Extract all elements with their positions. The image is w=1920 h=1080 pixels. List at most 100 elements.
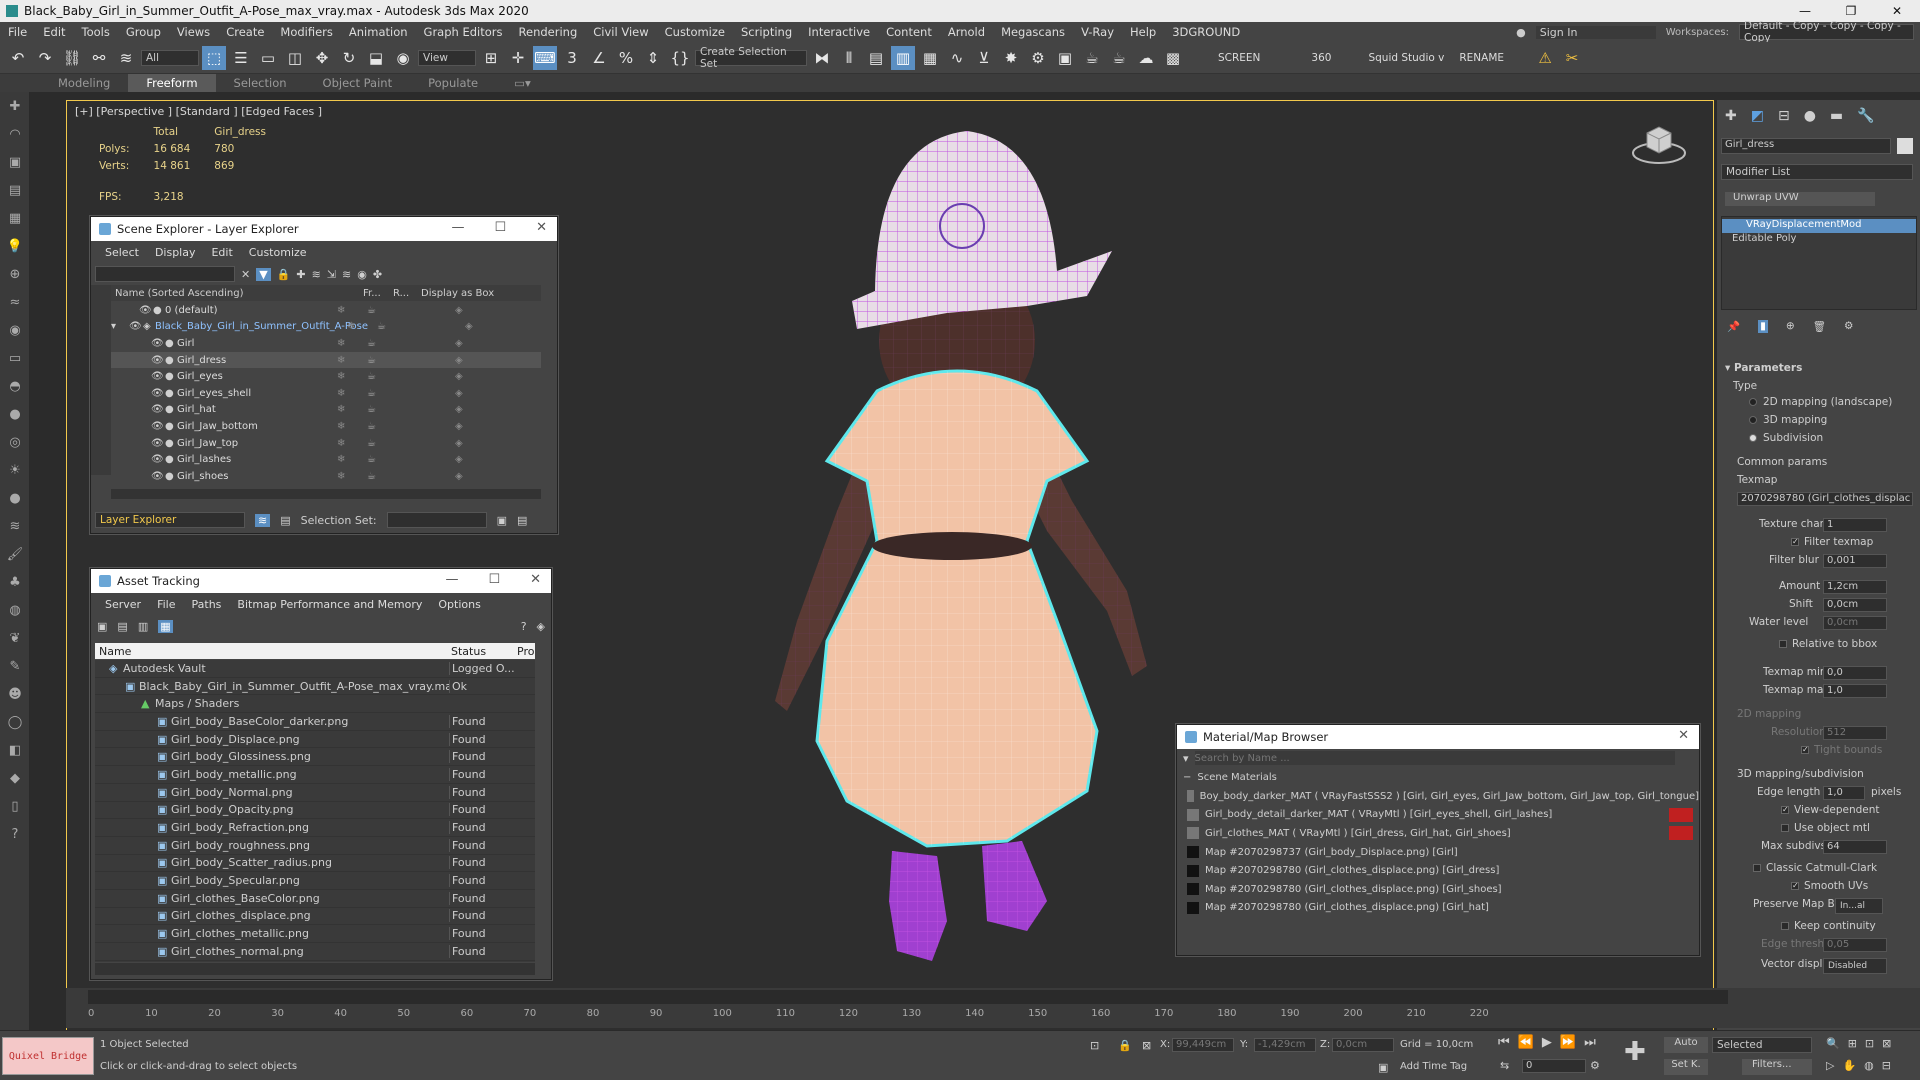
display-box-icon[interactable]: ◈ [465, 321, 473, 332]
configure-icon[interactable]: ⚙ [1844, 320, 1853, 333]
place-icon[interactable]: ◉ [391, 46, 415, 70]
go-to-start-icon[interactable]: ⏮ [1498, 1035, 1510, 1050]
absolute-mode-icon[interactable]: ⊠ [1142, 1039, 1151, 1052]
visibility-eye-icon[interactable]: 👁 [151, 471, 165, 482]
z-coordinate-field[interactable]: 0,0cm [1332, 1038, 1394, 1052]
scene-explorer-icon[interactable]: ▥ [891, 45, 915, 70]
key-mode-icon[interactable]: ⇆ [1500, 1059, 1509, 1072]
lock-icon[interactable]: 🔒 [277, 268, 291, 281]
selection-set-dropdown[interactable] [386, 512, 487, 528]
select-by-name-icon[interactable]: ☰ [229, 46, 253, 70]
workspaces-dropdown[interactable]: Default - Copy - Copy - Copy - Copy [1739, 20, 1914, 44]
render-teapot-icon[interactable]: ☕ [367, 388, 395, 399]
menu-3dground[interactable]: 3DGROUND [1164, 25, 1248, 39]
chevron-down-icon[interactable]: ▾ [1183, 752, 1189, 765]
menu-views[interactable]: Views [169, 25, 218, 39]
menu-server[interactable]: Server [97, 598, 149, 611]
display-tab-icon[interactable]: ▬ [1830, 108, 1843, 124]
bind-spacewarp-icon[interactable]: ≋ [114, 46, 138, 70]
shift-spinner[interactable]: 0,0cm [1823, 598, 1887, 612]
vault-icon[interactable]: ◈ [537, 620, 545, 633]
menu-rendering[interactable]: Rendering [511, 25, 586, 39]
freeze-icon[interactable]: ❄ [337, 438, 367, 449]
display-box-icon[interactable]: ◈ [455, 338, 463, 349]
ribbon-options-icon[interactable]: ▭▾ [496, 74, 549, 92]
make-unique-icon[interactable]: ⊕ [1786, 320, 1795, 333]
display-box-icon[interactable]: ◈ [455, 404, 463, 415]
layer-icon[interactable]: ≋ [255, 513, 271, 527]
schematic-view-icon[interactable]: ⊻ [972, 46, 996, 70]
globe-icon[interactable]: ◍ [0, 596, 30, 624]
render-teapot-icon[interactable]: ☕ [367, 338, 395, 349]
scene-row[interactable]: 👁 ● 0 (default) ❄ ☕ ◈ [111, 302, 541, 319]
file-icon[interactable]: ▯ [0, 792, 30, 820]
freeze-icon[interactable]: ❄ [337, 404, 367, 415]
edge-thresh-spinner[interactable]: 0,05 [1823, 938, 1887, 952]
torus-icon[interactable]: ◎ [0, 428, 30, 456]
menu-select[interactable]: Select [97, 246, 147, 259]
rename-button[interactable]: RENAME [1453, 52, 1510, 64]
create-selection-set-dropdown[interactable]: Create Selection Set [695, 46, 807, 70]
select-scale-icon[interactable]: ⬓ [364, 46, 388, 70]
render-teapot-icon[interactable]: ☕ [367, 355, 395, 366]
display-box-icon[interactable]: ◈ [455, 305, 463, 316]
link-icon[interactable]: ⛓ [60, 46, 84, 70]
tab-selection[interactable]: Selection [216, 74, 305, 92]
delete-icon[interactable]: 🗑 [1813, 320, 1826, 333]
texmap-min-spinner[interactable]: 0,0 [1823, 666, 1887, 680]
hair-icon[interactable]: ≋ [0, 512, 30, 540]
help-icon[interactable]: ? [521, 620, 527, 633]
keyboard-shortcut-icon[interactable]: ⌨ [533, 45, 557, 70]
tree-icon[interactable]: ♣ [0, 568, 30, 596]
warning-icon[interactable]: ⚠ [1533, 46, 1557, 70]
menu-animation[interactable]: Animation [341, 25, 416, 39]
helper-icon[interactable]: ⊕ [0, 260, 30, 288]
menu-file[interactable]: File [149, 598, 183, 611]
scene-row[interactable]: 👁 ● Girl_lashes ❄ ☕ ◈ [111, 451, 541, 468]
create-tab-icon[interactable]: ✚ [1725, 108, 1737, 124]
display-box-icon[interactable]: ◈ [455, 388, 463, 399]
render-teapot-icon[interactable]: ☕ [367, 421, 395, 432]
asset-row[interactable]: ▣ Girl_body_metallic.png Found [95, 766, 535, 784]
pivot-icon[interactable]: ⊞ [479, 46, 503, 70]
minimize-icon[interactable]: — [445, 572, 458, 587]
render-setup-icon[interactable]: ⚙ [1026, 46, 1050, 70]
current-frame-field[interactable]: 0 [1522, 1059, 1586, 1073]
vray-icon[interactable]: ◆ [0, 764, 30, 792]
menu-edit[interactable]: Edit [203, 246, 240, 259]
selection-filter-dropdown[interactable]: All [141, 49, 199, 66]
tab-freeform[interactable]: Freeform [128, 74, 216, 92]
highlight-icon[interactable]: ◉ [357, 268, 367, 281]
menu-interactive[interactable]: Interactive [800, 25, 878, 39]
close-icon[interactable]: ✕ [530, 572, 541, 587]
save-icon[interactable]: ▣ [497, 514, 507, 527]
object-color-swatch[interactable] [1897, 138, 1913, 154]
asset-tracking-titlebar[interactable]: Asset Tracking — ☐ ✕ [91, 569, 551, 593]
paint-icon[interactable]: 🖌 [0, 540, 30, 568]
viewport-label[interactable]: [+] [Perspective ] [Standard ] [Edged Fa… [75, 105, 322, 118]
relative-bbox-checkbox[interactable]: Relative to bbox [1717, 638, 1920, 650]
asset-row[interactable]: ▣ Girl_body_roughness.png Found [95, 837, 535, 855]
menu-modifiers[interactable]: Modifiers [272, 25, 341, 39]
asset-row[interactable]: ▣ Girl_body_Scatter_radius.png Found [95, 855, 535, 873]
object-name-field[interactable]: Girl_dress [1721, 138, 1891, 154]
visibility-eye-icon[interactable]: 👁 [139, 305, 153, 316]
col-freeze[interactable]: Fr... [363, 288, 393, 299]
keep-continuity-checkbox[interactable]: Keep continuity [1717, 920, 1920, 932]
texture-chan-spinner[interactable]: 1 [1823, 518, 1887, 532]
create-icon[interactable]: ✚ [0, 92, 30, 120]
asset-row[interactable]: ▣ Girl_clothes_BaseColor.png Found [95, 890, 535, 908]
asset-row[interactable]: ▣ Girl_body_Displace.png Found [95, 731, 535, 749]
scissors-icon[interactable]: ✂ [1560, 46, 1584, 70]
display-box-icon[interactable]: ◈ [455, 471, 463, 482]
col-render[interactable]: R... [393, 288, 421, 299]
list-icon[interactable]: ▤ [0, 176, 30, 204]
named-selection-icon[interactable]: {} [668, 46, 692, 70]
col-display-box[interactable]: Display as Box [421, 288, 494, 299]
display-box-icon[interactable]: ◈ [455, 438, 463, 449]
col-name[interactable]: Name (Sorted Ascending) [111, 288, 363, 299]
asset-row[interactable]: ▣ Girl_body_Refraction.png Found [95, 819, 535, 837]
scene-row[interactable]: 👁 ● Girl ❄ ☕ ◈ [111, 335, 541, 352]
scene-row[interactable]: ▾ 👁 ◈ Black_Baby_Girl_in_Summer_Outfit_A-Po… [111, 319, 541, 336]
spinner-snap-icon[interactable]: ⇕ [641, 46, 665, 70]
